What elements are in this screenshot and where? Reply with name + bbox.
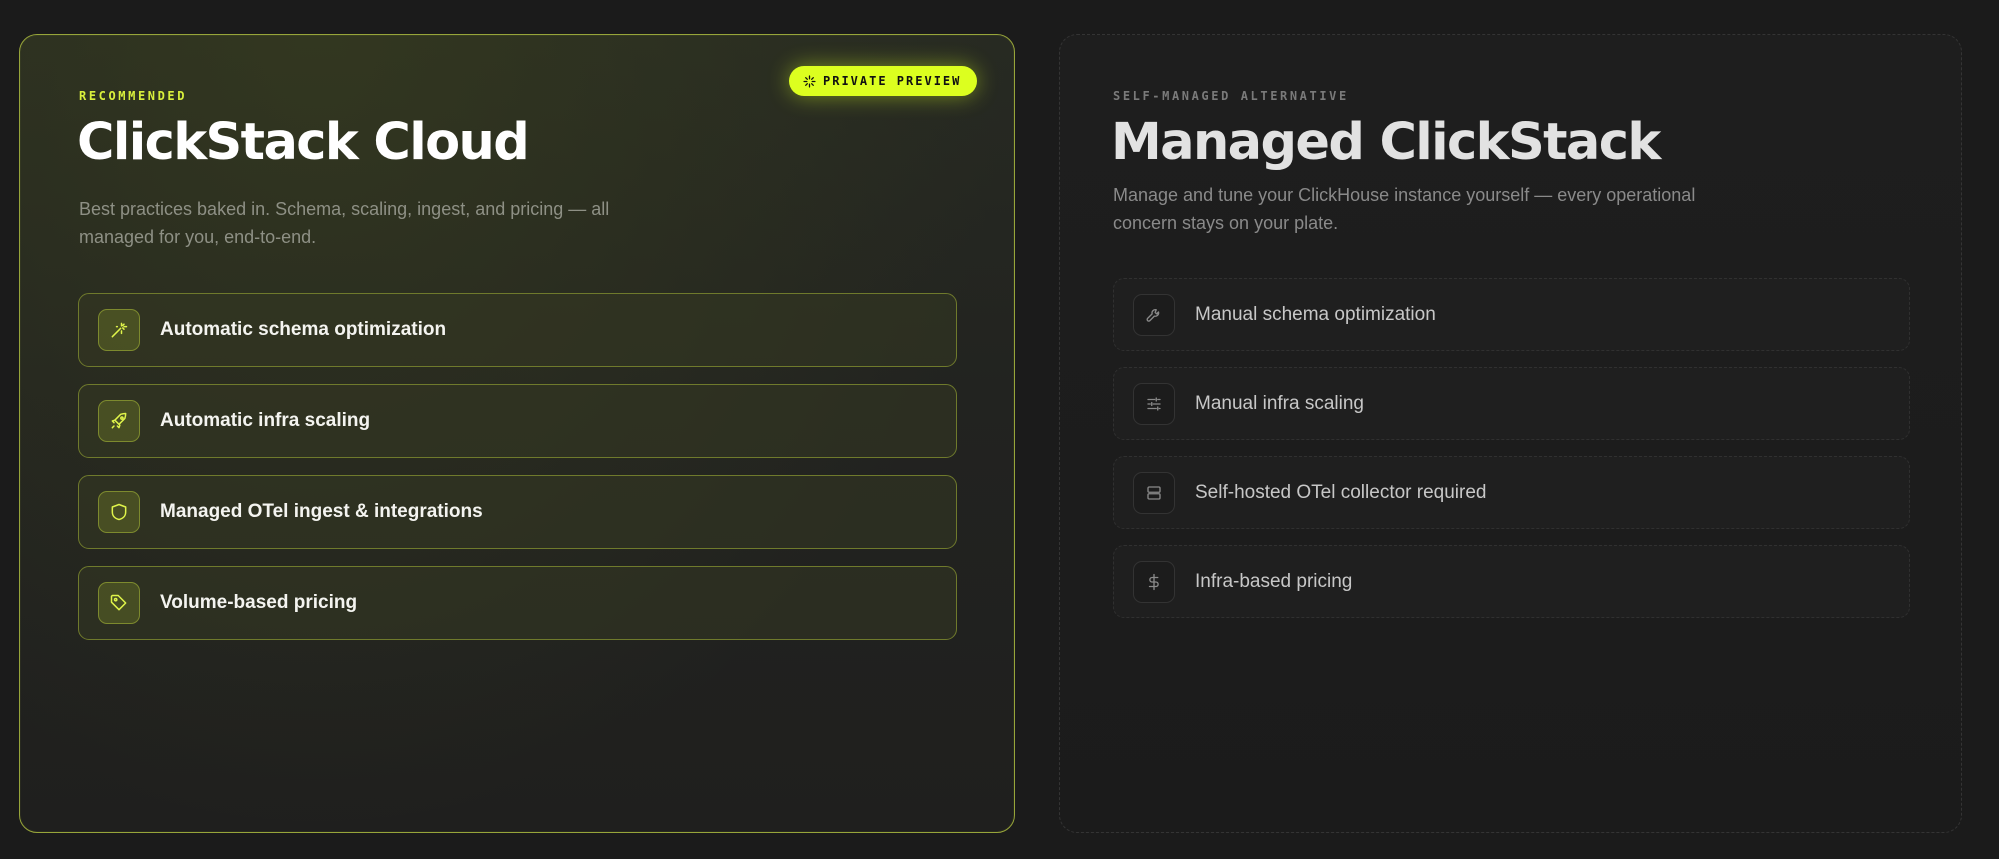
private-preview-badge: PRIVATE PREVIEW <box>789 66 978 96</box>
feature-automatic-infra-scaling: Automatic infra scaling <box>78 384 957 458</box>
magic-wand-icon <box>98 309 140 351</box>
feature-automatic-schema-optimization: Automatic schema optimization <box>78 293 957 367</box>
alternative-title: Managed ClickStack <box>1111 113 1661 172</box>
rocket-icon <box>98 400 140 442</box>
tag-icon <box>98 582 140 624</box>
feature-manual-infra-scaling: Manual infra scaling <box>1113 367 1910 440</box>
feature-self-hosted-otel-collector: Self-hosted OTel collector required <box>1113 456 1910 529</box>
feature-label: Manual schema optimization <box>1195 303 1436 325</box>
feature-label: Manual infra scaling <box>1195 392 1364 414</box>
server-icon <box>1133 471 1175 514</box>
feature-label: Volume-based pricing <box>160 592 358 613</box>
card-subtitle: Best practices baked in. Schema, scaling… <box>79 199 610 247</box>
feature-label: Automatic infra scaling <box>160 410 371 431</box>
clickstack-cloud-card: RECOMMENDED PRIVATE PREVIEW ClickStack C… <box>19 34 1015 833</box>
feature-label: Self-hosted OTel collector required <box>1195 481 1487 503</box>
shield-icon <box>98 491 140 533</box>
feature-infra-based-pricing: Infra-based pricing <box>1113 545 1910 618</box>
page-title: ClickStack Cloud <box>77 113 530 172</box>
feature-label: Infra-based pricing <box>1195 570 1353 592</box>
card-subtitle: Manage and tune your ClickHouse instance… <box>1113 185 1696 233</box>
plan-comparison: RECOMMENDED PRIVATE PREVIEW ClickStack C… <box>0 0 1999 859</box>
managed-clickstack-card: SELF-MANAGED ALTERNATIVE Managed ClickSt… <box>1059 34 1962 833</box>
recommended-label: RECOMMENDED <box>79 89 188 103</box>
feature-volume-based-pricing: Volume-based pricing <box>78 566 957 640</box>
feature-manual-schema-optimization: Manual schema optimization <box>1113 278 1910 351</box>
sparkles-icon <box>803 74 816 88</box>
wrench-icon <box>1133 293 1175 336</box>
feature-managed-otel-ingest: Managed OTel ingest & integrations <box>78 475 957 549</box>
alternative-label: SELF-MANAGED ALTERNATIVE <box>1113 89 1349 103</box>
badge-label: PRIVATE PREVIEW <box>823 74 962 88</box>
dollar-icon <box>1133 560 1175 603</box>
feature-label: Automatic schema optimization <box>160 319 447 340</box>
sliders-icon <box>1133 382 1175 425</box>
feature-label: Managed OTel ingest & integrations <box>160 501 483 522</box>
